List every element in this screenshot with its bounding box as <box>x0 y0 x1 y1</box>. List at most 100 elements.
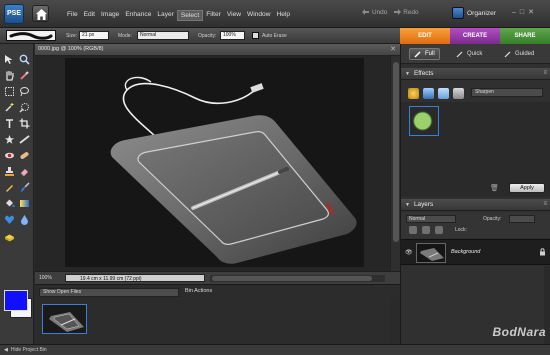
menu-enhance[interactable]: Enhance <box>122 10 154 21</box>
collapse-triangle-icon[interactable]: ▼ <box>405 202 410 208</box>
type-tool[interactable] <box>3 117 16 130</box>
tab-create[interactable]: CREATE <box>450 28 500 44</box>
heart-shape-icon <box>4 215 15 224</box>
spot-healing-tool[interactable] <box>18 149 31 162</box>
subtab-quick[interactable]: Quick <box>456 48 482 60</box>
photo-effects-category-icon[interactable] <box>438 88 449 99</box>
menu-image[interactable]: Image <box>98 10 122 21</box>
menu-view[interactable]: View <box>224 10 244 21</box>
sharpen-effect-thumbnail[interactable] <box>409 106 439 136</box>
subtab-full[interactable]: Full <box>409 48 440 60</box>
edit-mode-subtabs: Full Quick Guided <box>401 44 550 64</box>
brush-full-icon <box>414 51 421 58</box>
layer-styles-category-icon[interactable] <box>423 88 434 99</box>
lasso-tool[interactable] <box>18 85 31 98</box>
quick-selection-tool[interactable] <box>18 101 31 114</box>
effects-panel-header[interactable]: ▼ Effects ≡ <box>401 68 550 80</box>
menu-window[interactable]: Window <box>244 10 273 21</box>
undo-button[interactable]: Undo <box>362 9 387 16</box>
panel-menu-icon[interactable]: ≡ <box>543 201 547 207</box>
organizer-button[interactable]: Organizer <box>452 7 496 19</box>
redo-button[interactable]: Redo <box>393 9 419 16</box>
image-canvas[interactable] <box>65 58 364 267</box>
new-layer-icon[interactable] <box>409 226 417 234</box>
hand-tool[interactable] <box>3 69 16 82</box>
horizontal-scroll-thumb[interactable] <box>212 276 372 281</box>
filters-category-icon[interactable] <box>408 88 419 99</box>
layer-row-background[interactable]: 👁 Background <box>401 239 550 265</box>
document-vertical-scrollbar[interactable] <box>390 56 400 271</box>
pencil-tool[interactable] <box>3 181 16 194</box>
mode-select[interactable]: Normal <box>137 31 189 40</box>
eraser-tool[interactable] <box>18 165 31 178</box>
vertical-scroll-thumb[interactable] <box>393 62 399 242</box>
app-logo[interactable]: PSE <box>4 4 24 24</box>
collapse-triangle-icon[interactable]: ▼ <box>405 71 410 77</box>
paint-bucket-tool[interactable] <box>3 197 16 210</box>
opacity-field[interactable]: 100% <box>220 31 245 40</box>
brush-tool[interactable] <box>18 181 31 194</box>
document-size-readout[interactable]: 19.4 cm x 11.99 cm (72 ppi) <box>65 274 205 282</box>
menu-edit[interactable]: Edit <box>81 10 98 21</box>
minimize-button[interactable]: – <box>512 9 516 17</box>
show-open-files-select[interactable]: Show Open Files <box>39 288 179 297</box>
panel-menu-icon[interactable]: ≡ <box>543 70 547 76</box>
size-field[interactable]: 21 px <box>79 31 109 40</box>
magic-wand-tool[interactable] <box>3 101 16 114</box>
sponge-tool[interactable] <box>3 231 16 244</box>
marquee-tool[interactable] <box>3 85 16 98</box>
effects-filter-select[interactable]: Sharpen <box>471 88 543 97</box>
zoom-readout[interactable]: 100% <box>39 275 52 281</box>
crop-icon <box>19 118 30 129</box>
maximize-button[interactable]: □ <box>520 9 524 17</box>
menu-help[interactable]: Help <box>273 10 293 21</box>
document-tab[interactable]: 0000.jpg @ 100% (RGB/8) ✕ <box>35 44 400 56</box>
layer-opacity-label: Opacity: <box>483 216 502 222</box>
straighten-tool[interactable] <box>18 133 31 146</box>
show-all-category-icon[interactable] <box>453 88 464 99</box>
layers-panel-header[interactable]: ▼ Layers ≡ <box>401 199 550 211</box>
menu-filter[interactable]: Filter <box>203 10 224 21</box>
zoom-tool[interactable] <box>18 53 31 66</box>
hide-project-bin-button[interactable]: ◀ Hide Project Bin <box>4 347 47 353</box>
quick-selection-icon <box>19 103 29 113</box>
magic-wand-icon <box>5 103 14 112</box>
menu-file[interactable]: File <box>64 10 81 21</box>
mode-label: Mode: <box>118 33 132 39</box>
document-close-icon[interactable]: ✕ <box>390 45 396 53</box>
cookie-cutter-tool[interactable] <box>3 133 16 146</box>
clone-stamp-tool[interactable] <box>3 165 16 178</box>
eyedropper-tool[interactable] <box>18 69 31 82</box>
auto-erase-checkbox[interactable] <box>252 32 259 39</box>
delete-layer-icon[interactable] <box>435 226 443 234</box>
bin-actions-menu[interactable]: Bin Actions <box>185 288 212 294</box>
open-file-thumbnail[interactable] <box>42 304 87 334</box>
trash-icon[interactable]: 🗑 <box>490 184 499 192</box>
gradient-tool[interactable] <box>18 197 31 210</box>
brush-preset-picker[interactable] <box>6 30 56 41</box>
shape-tool[interactable] <box>3 213 16 226</box>
project-bin-scrollbar[interactable] <box>390 299 400 343</box>
menu-layer[interactable]: Layer <box>154 10 177 21</box>
menu-select[interactable]: Select <box>176 10 204 21</box>
quick-icon <box>456 51 463 58</box>
red-eye-tool[interactable] <box>3 149 16 162</box>
drop-icon <box>21 215 28 225</box>
redo-icon <box>394 9 402 15</box>
move-tool[interactable] <box>3 53 16 66</box>
subtab-guided[interactable]: Guided <box>504 48 534 60</box>
close-button[interactable]: ✕ <box>528 9 534 17</box>
crop-tool[interactable] <box>18 117 31 130</box>
layer-opacity-field[interactable] <box>509 215 535 223</box>
apply-button[interactable]: Apply <box>509 183 545 193</box>
visibility-eye-icon[interactable]: 👁 <box>405 249 413 256</box>
blur-tool[interactable] <box>18 213 31 226</box>
foreground-color-swatch[interactable] <box>4 290 28 311</box>
pencil-icon <box>5 185 13 193</box>
document-horizontal-scrollbar[interactable] <box>210 275 385 282</box>
adjustment-layer-icon[interactable] <box>422 226 430 234</box>
tab-edit[interactable]: EDIT <box>400 28 450 44</box>
tab-share[interactable]: SHARE <box>500 28 550 44</box>
blend-mode-select[interactable]: Normal <box>406 215 456 223</box>
home-button[interactable] <box>32 5 49 22</box>
